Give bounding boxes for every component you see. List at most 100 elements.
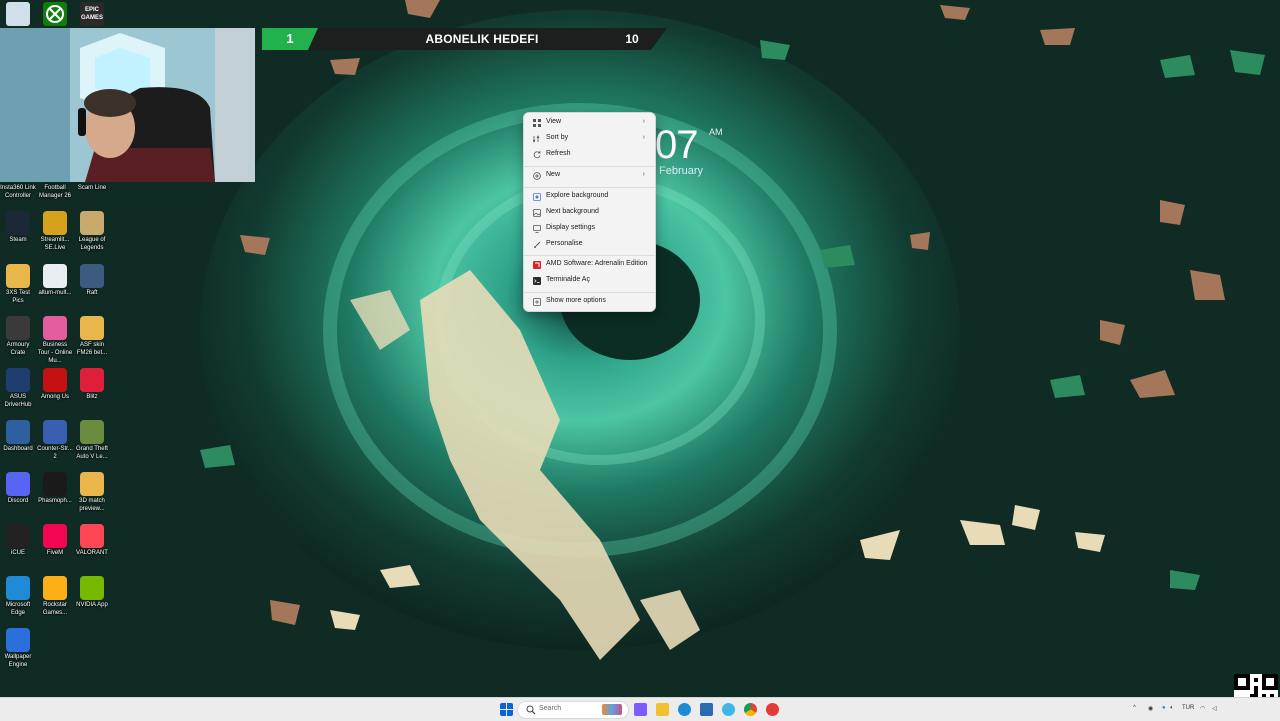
desktop-icon[interactable]: Phasmoph... [37, 472, 73, 505]
desktop-icon[interactable]: Scam Line [74, 183, 110, 192]
terminal-icon [533, 277, 541, 285]
menu-item-terminal[interactable]: Terminalde Aç [528, 274, 651, 288]
desktop-icon[interactable]: Among Us [37, 368, 73, 401]
desktop-icon[interactable]: NVIDIA App [74, 576, 110, 609]
chevron-right-icon: › [642, 171, 645, 178]
desktop-icon[interactable]: Football Manager 26 [37, 183, 73, 200]
amd-icon [533, 261, 541, 269]
search-highlight-icon [602, 704, 622, 715]
menu-item-label: New [546, 171, 561, 178]
desktop-icon[interactable]: Armoury Crate [0, 316, 36, 357]
store-icon[interactable] [700, 703, 713, 716]
menu-item-amd-software[interactable]: AMD Software: Adrenalin Edition [528, 258, 651, 272]
desktop-icon-label: Scam Line [77, 185, 107, 191]
menu-item-label: Explore background [546, 192, 609, 199]
tray-volume-icon[interactable]: ◐ [1170, 705, 1174, 711]
menu-item-label: Personalise [546, 240, 583, 247]
desktop-icon[interactable]: 3XS Test Pics [0, 264, 36, 305]
desktop-icon-label: Rockstar Games... [42, 602, 68, 616]
desktop-icon[interactable]: Wallpaper Engine [0, 628, 36, 669]
epic-games-icon[interactable]: EPIC GAMES [80, 2, 104, 26]
desktop-icon[interactable]: altum-mult... [37, 264, 73, 297]
menu-item-next-background[interactable]: Next background [528, 206, 651, 220]
tray-chevron-icon[interactable]: ^ [1133, 705, 1136, 711]
plus-circle-icon [533, 172, 541, 180]
menu-item-refresh[interactable]: Refresh [528, 148, 651, 162]
desktop-icon-label: Wallpaper Engine [4, 654, 32, 668]
menu-item-view[interactable]: View › [528, 116, 651, 130]
widgets-icon[interactable] [634, 703, 647, 716]
desktop-icon-label: Steam [9, 237, 27, 243]
desktop-icon[interactable]: Rockstar Games... [37, 576, 73, 617]
chrome-icon[interactable] [744, 703, 757, 716]
copilot-icon[interactable] [722, 703, 735, 716]
desktop-icon-label: 3D match preview... [79, 498, 105, 512]
desktop-icon-label: Dashboard [3, 446, 33, 452]
record-icon[interactable] [766, 703, 779, 716]
desktop-icon-label: iCUE [10, 550, 25, 556]
tray-speaker-icon[interactable]: ◁ [1212, 705, 1217, 712]
xbox-icon[interactable] [43, 2, 67, 26]
desktop-icon[interactable]: Raft [74, 264, 110, 297]
menu-item-explore-background[interactable]: Explore background [528, 190, 651, 204]
app-icon [6, 472, 30, 496]
display-icon [533, 225, 541, 233]
menu-item-display-settings[interactable]: Display settings [528, 222, 651, 236]
desktop-icon[interactable]: Insta360 Link Controller [0, 183, 36, 200]
app-icon [80, 316, 104, 340]
app-icon [6, 524, 30, 548]
tray-network-icon[interactable]: ◉ [1148, 705, 1153, 712]
menu-item-label: Display settings [546, 224, 596, 231]
desktop-icon-label: VALORANT [76, 550, 108, 556]
desktop-icon[interactable]: ASUS DriverHub [0, 368, 36, 409]
desktop-icon[interactable]: Blitz [74, 368, 110, 401]
desktop-icon-label: Insta360 Link Controller [0, 185, 36, 199]
menu-item-label: AMD Software: Adrenalin Edition [546, 260, 648, 267]
app-icon [6, 628, 30, 652]
clock-ampm: AM [709, 127, 723, 137]
menu-item-label: Terminalde Aç [546, 276, 590, 283]
app-icon [43, 420, 67, 444]
goal-target-count: 10 [625, 32, 639, 46]
app-icon [6, 368, 30, 392]
xbox-logo [46, 5, 64, 23]
desktop-icon[interactable]: Grand Theft Auto V Le... [74, 420, 110, 461]
desktop-icon[interactable]: FiveM [37, 524, 73, 557]
start-icon[interactable] [500, 703, 513, 716]
desktop-icon-label: Blitz [86, 394, 98, 400]
desktop-icon[interactable]: 3D match preview... [74, 472, 110, 513]
desktop-icon-label: NVIDIA App [76, 602, 108, 608]
goal-title: ABONELIK HEDEFI [425, 32, 539, 46]
desktop-icon[interactable]: Counter-Str... 2 [37, 420, 73, 461]
desktop-icon[interactable]: Microsoft Edge [0, 576, 36, 617]
desktop-icon[interactable]: Streamlit... SE.Live [37, 211, 73, 252]
tray-app-icon[interactable]: ● [1162, 705, 1166, 711]
explore-icon [533, 193, 541, 201]
recycle-bin-icon[interactable] [6, 2, 30, 26]
menu-item-label: Next background [546, 208, 599, 215]
menu-item-personalise[interactable]: Personalise [528, 238, 651, 252]
app-icon [6, 211, 30, 235]
desktop-icon[interactable]: Steam [0, 211, 36, 244]
menu-item-sort-by[interactable]: Sort by › [528, 132, 651, 146]
app-icon [6, 420, 30, 444]
file-explorer-icon[interactable] [656, 703, 669, 716]
desktop-icon[interactable]: Dashboard [0, 420, 36, 453]
edge-icon[interactable] [678, 703, 691, 716]
chevron-right-icon: › [642, 134, 645, 141]
epic-games-label: EPIC GAMES [80, 7, 103, 21]
menu-item-new[interactable]: New › [528, 169, 651, 183]
app-icon [43, 264, 67, 288]
desktop-icon[interactable]: Business Tour - Online Mu... [37, 316, 73, 365]
menu-item-show-more-options[interactable]: Show more options [528, 295, 651, 309]
desktop-icon-label: Business Tour - Online Mu... [37, 342, 73, 364]
tray-language[interactable]: TUR [1182, 705, 1194, 711]
desktop-icon[interactable]: League of Legends [74, 211, 110, 252]
tray-wifi-icon[interactable]: ◠ [1200, 705, 1205, 712]
desktop-icon[interactable]: Discord [0, 472, 36, 505]
taskbar-search-box[interactable]: Search [517, 701, 629, 719]
desktop-icon-label: Among Us [40, 394, 69, 400]
desktop-icon[interactable]: iCUE [0, 524, 36, 557]
desktop-icon[interactable]: ASF skin FM26 bet... [74, 316, 110, 357]
desktop-icon[interactable]: VALORANT [74, 524, 110, 557]
